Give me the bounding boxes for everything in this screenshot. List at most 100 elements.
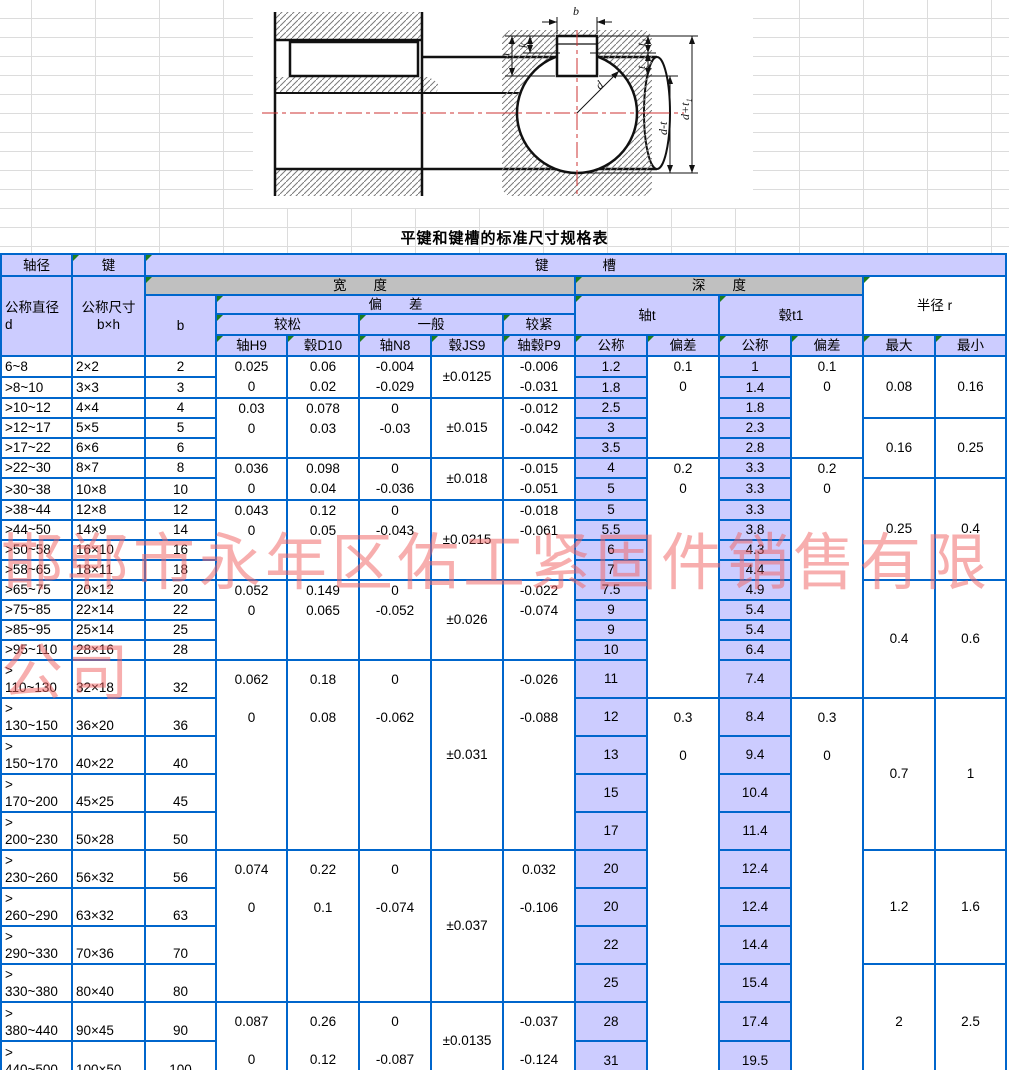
cell-b: 63 [145, 888, 216, 926]
header-depth: 深 度 [575, 276, 863, 295]
key-keyway-spec-table: 轴径 键 键 槽 公称直径 d 公称尺寸 b×h 宽 度 深 度 半径 r b … [0, 253, 1007, 1070]
cell-t: 22 [575, 926, 647, 964]
cell-t: 2.5 [575, 398, 647, 418]
cell-n8: 0-0.052 [359, 580, 431, 660]
cell-b: 18 [145, 560, 216, 580]
cell-d-range: 6~8 [1, 356, 72, 377]
cell-js9: ±0.037 [431, 850, 503, 1002]
cell-t1: 9.4 [719, 736, 791, 774]
technical-drawing: b h k d t₁ t d-t d+t₁ [250, 2, 760, 228]
cell-b: 16 [145, 540, 216, 560]
cell-n8: 0-0.074 [359, 850, 431, 1002]
dim-label-b: b [573, 4, 579, 18]
cell-d10: 0.120.05 [287, 500, 359, 580]
cell-t: 9 [575, 600, 647, 620]
cell-p9: -0.012-0.042 [503, 398, 575, 458]
cell-t: 7.5 [575, 580, 647, 600]
cell-bh: 50×28 [72, 812, 145, 850]
cell-d-range: >12~17 [1, 418, 72, 438]
cell-d-range: >38~44 [1, 500, 72, 520]
cell-d-range: > 130~150 [1, 698, 72, 736]
cell-b: 2 [145, 356, 216, 377]
cell-b: 4 [145, 398, 216, 418]
cell-r-max: 0.25 [863, 478, 935, 580]
cell-js9: ±0.0215 [431, 500, 503, 580]
header-nominal-size: 公称尺寸 b×h [72, 276, 145, 356]
header-width: 宽 度 [145, 276, 575, 295]
cell-bh: 63×32 [72, 888, 145, 926]
cell-b: 36 [145, 698, 216, 736]
dim-label-k: k [516, 42, 530, 48]
cell-d-range: >30~38 [1, 478, 72, 500]
header-normal: 一般 [359, 314, 503, 335]
header-t-dev: 偏差 [647, 335, 719, 356]
cell-p9: -0.026-0.088 [503, 660, 575, 850]
cell-t: 12 [575, 698, 647, 736]
cell-d-range: >44~50 [1, 520, 72, 540]
header-shaft-hub-p9: 轴毂P9 [503, 335, 575, 356]
cell-b: 20 [145, 580, 216, 600]
cell-r-max: 1.2 [863, 850, 935, 964]
cell-d-range: >75~85 [1, 600, 72, 620]
cell-d-range: > 290~330 [1, 926, 72, 964]
cell-bh: 28×16 [72, 640, 145, 660]
header-t1-dev: 偏差 [791, 335, 863, 356]
cell-d10: 0.060.02 [287, 356, 359, 398]
header-radius: 半径 r [863, 276, 1006, 335]
cell-t1: 17.4 [719, 1002, 791, 1041]
cell-b: 14 [145, 520, 216, 540]
cell-bh: 40×22 [72, 736, 145, 774]
cell-b: 80 [145, 964, 216, 1002]
cell-bh: 36×20 [72, 698, 145, 736]
dim-label-d-minus-t: d-t [656, 121, 670, 135]
cell-r-min: 0.6 [935, 580, 1006, 698]
cell-js9: ±0.0125 [431, 356, 503, 398]
header-b: b [145, 295, 216, 356]
cell-b: 28 [145, 640, 216, 660]
header-shaft-h9: 轴H9 [216, 335, 287, 356]
header-t-nominal: 公称 [575, 335, 647, 356]
cell-t: 20 [575, 888, 647, 926]
cell-b: 70 [145, 926, 216, 964]
cell-t1: 12.4 [719, 888, 791, 926]
cell-t1: 1 [719, 356, 791, 377]
cell-b: 6 [145, 438, 216, 458]
cell-t1: 3.3 [719, 458, 791, 478]
cell-bh: 10×8 [72, 478, 145, 500]
cell-t1: 14.4 [719, 926, 791, 964]
cell-t1: 10.4 [719, 774, 791, 812]
cell-t1: 1.4 [719, 377, 791, 398]
cell-bh: 3×3 [72, 377, 145, 398]
cell-t: 9 [575, 620, 647, 640]
cell-t: 25 [575, 964, 647, 1002]
header-r-min: 最小 [935, 335, 1006, 356]
cell-d-range: > 150~170 [1, 736, 72, 774]
cell-d10: 0.0780.03 [287, 398, 359, 458]
cell-t: 1.2 [575, 356, 647, 377]
cell-d-range: > 200~230 [1, 812, 72, 850]
cell-bh: 12×8 [72, 500, 145, 520]
cell-h9: 0.0620 [216, 660, 287, 850]
cell-t1: 5.4 [719, 620, 791, 640]
cell-bh: 16×10 [72, 540, 145, 560]
cell-d-range: > 440~500 [1, 1041, 72, 1070]
cell-t: 28 [575, 1002, 647, 1041]
cell-r-max: 0.08 [863, 356, 935, 418]
spreadsheet-page: b h k d t₁ t d-t d+t₁ 平键和键槽的标准尺寸规格表 轴径 键… [0, 0, 1009, 1070]
cell-r-min: 2.5 [935, 964, 1006, 1070]
cell-js9: ±0.031 [431, 660, 503, 850]
cell-b: 100 [145, 1041, 216, 1070]
cell-t1-dev: 0.30 [791, 698, 863, 1070]
cell-d-range: > 380~440 [1, 1002, 72, 1041]
cell-d10: 0.180.08 [287, 660, 359, 850]
cell-bh: 8×7 [72, 458, 145, 478]
cell-r-min: 1.6 [935, 850, 1006, 964]
table-row: 6~8 2×2 2 0.0250 0.060.02 -0.004-0.029 ±… [1, 356, 1006, 377]
cell-h9: 0.0740 [216, 850, 287, 1002]
cell-n8: 0-0.062 [359, 660, 431, 850]
cell-t1: 8.4 [719, 698, 791, 736]
page-title: 平键和键槽的标准尺寸规格表 [0, 227, 1009, 248]
cell-r-min: 0.16 [935, 356, 1006, 418]
cell-bh: 22×14 [72, 600, 145, 620]
cell-t: 3.5 [575, 438, 647, 458]
